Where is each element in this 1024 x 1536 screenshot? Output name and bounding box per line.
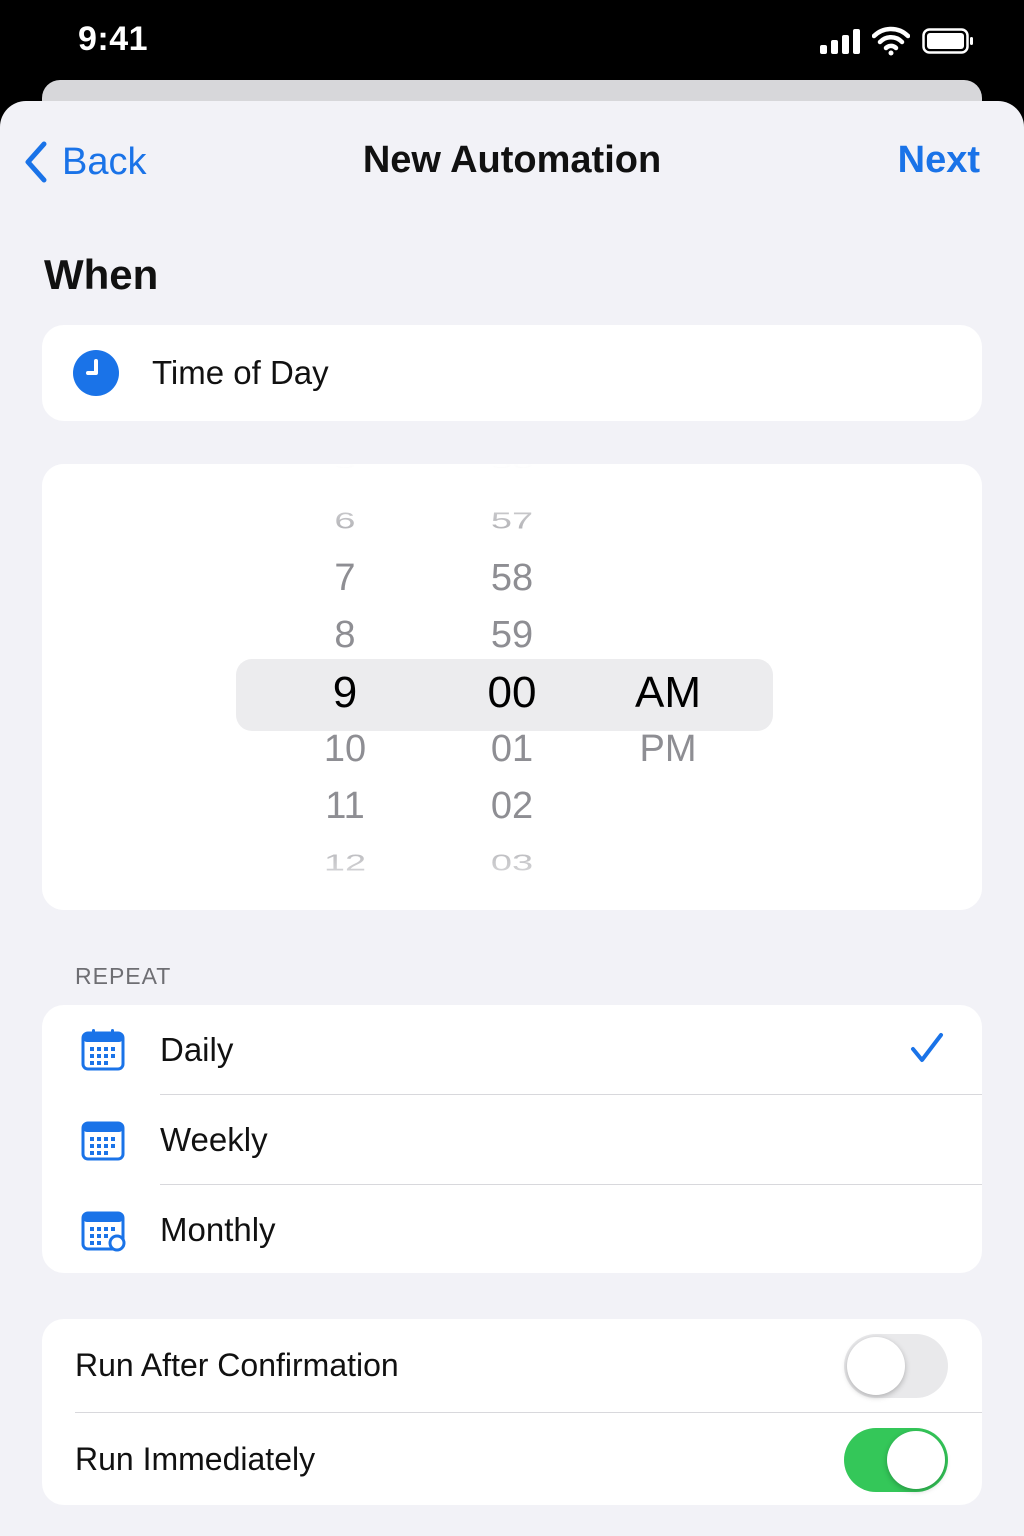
picker-item[interactable]: 5 — [285, 464, 405, 471]
repeat-label-monthly: Monthly — [160, 1210, 276, 1248]
status-time: 9:41 — [78, 20, 149, 58]
battery-icon — [922, 28, 973, 54]
trigger-time-of-day[interactable]: Time of Day — [42, 325, 982, 421]
repeat-option-monthly[interactable]: Monthly — [42, 1185, 982, 1274]
repeat-header: REPEAT — [75, 963, 172, 989]
trigger-label: Time of Day — [152, 354, 329, 391]
picker-item-selected[interactable]: AM — [608, 668, 728, 718]
picker-item[interactable]: 56 — [452, 464, 572, 471]
toggle-run-after-confirmation[interactable] — [844, 1334, 948, 1398]
option-label: Run After Confirmation — [75, 1347, 399, 1383]
section-title-when: When — [44, 251, 159, 298]
calendar-monthly-icon — [81, 1211, 126, 1251]
page-title: New Automation — [362, 139, 662, 181]
toggle-knob — [847, 1337, 905, 1395]
picker-item[interactable]: 6 — [285, 509, 405, 535]
wifi-icon — [872, 26, 910, 56]
picker-item[interactable]: 11 — [285, 785, 405, 828]
calendar-icon — [81, 1028, 125, 1070]
option-run-after-confirmation: Run After Confirmation — [42, 1319, 982, 1412]
picker-item[interactable]: 12 — [285, 851, 405, 877]
repeat-option-daily[interactable]: Daily — [42, 1005, 982, 1094]
repeat-label-daily: Daily — [160, 1030, 234, 1068]
toggle-knob — [887, 1431, 945, 1489]
clock-icon — [73, 350, 119, 396]
repeat-option-weekly[interactable]: Weekly — [42, 1095, 982, 1184]
picker-item-selected[interactable]: 9 — [285, 668, 405, 718]
picker-item[interactable]: 7 — [285, 557, 405, 600]
picker-item-selected[interactable]: 00 — [452, 668, 572, 718]
picker-item[interactable]: 57 — [452, 509, 572, 535]
toggle-run-immediately[interactable] — [844, 1428, 948, 1492]
picker-item[interactable]: 8 — [285, 614, 405, 657]
automation-sheet: Back New Automation Next When Time of Da… — [0, 101, 1024, 1536]
repeat-label-weekly: Weekly — [160, 1120, 268, 1158]
next-button[interactable]: Next — [898, 139, 980, 182]
cellular-signal-icon — [820, 28, 862, 54]
picker-item[interactable]: 59 — [452, 614, 572, 657]
run-options: Run After Confirmation Run Immediately — [42, 1319, 982, 1505]
option-run-immediately: Run Immediately — [42, 1413, 982, 1506]
picker-item[interactable]: 02 — [452, 785, 572, 828]
picker-item[interactable]: 03 — [452, 851, 572, 877]
time-picker[interactable]: 567891011121 565758590001020304 AMPM — [42, 464, 982, 910]
picker-item[interactable]: 10 — [285, 728, 405, 771]
option-label: Run Immediately — [75, 1441, 316, 1477]
picker-item[interactable]: PM — [608, 728, 728, 771]
calendar-icon — [81, 1121, 125, 1160]
status-bar: 9:41 — [0, 0, 1024, 84]
repeat-options: Daily Weekly Monthly — [42, 1005, 982, 1273]
picker-item[interactable]: 01 — [452, 728, 572, 771]
picker-item[interactable]: 58 — [452, 557, 572, 600]
checkmark-icon — [911, 1033, 943, 1062]
